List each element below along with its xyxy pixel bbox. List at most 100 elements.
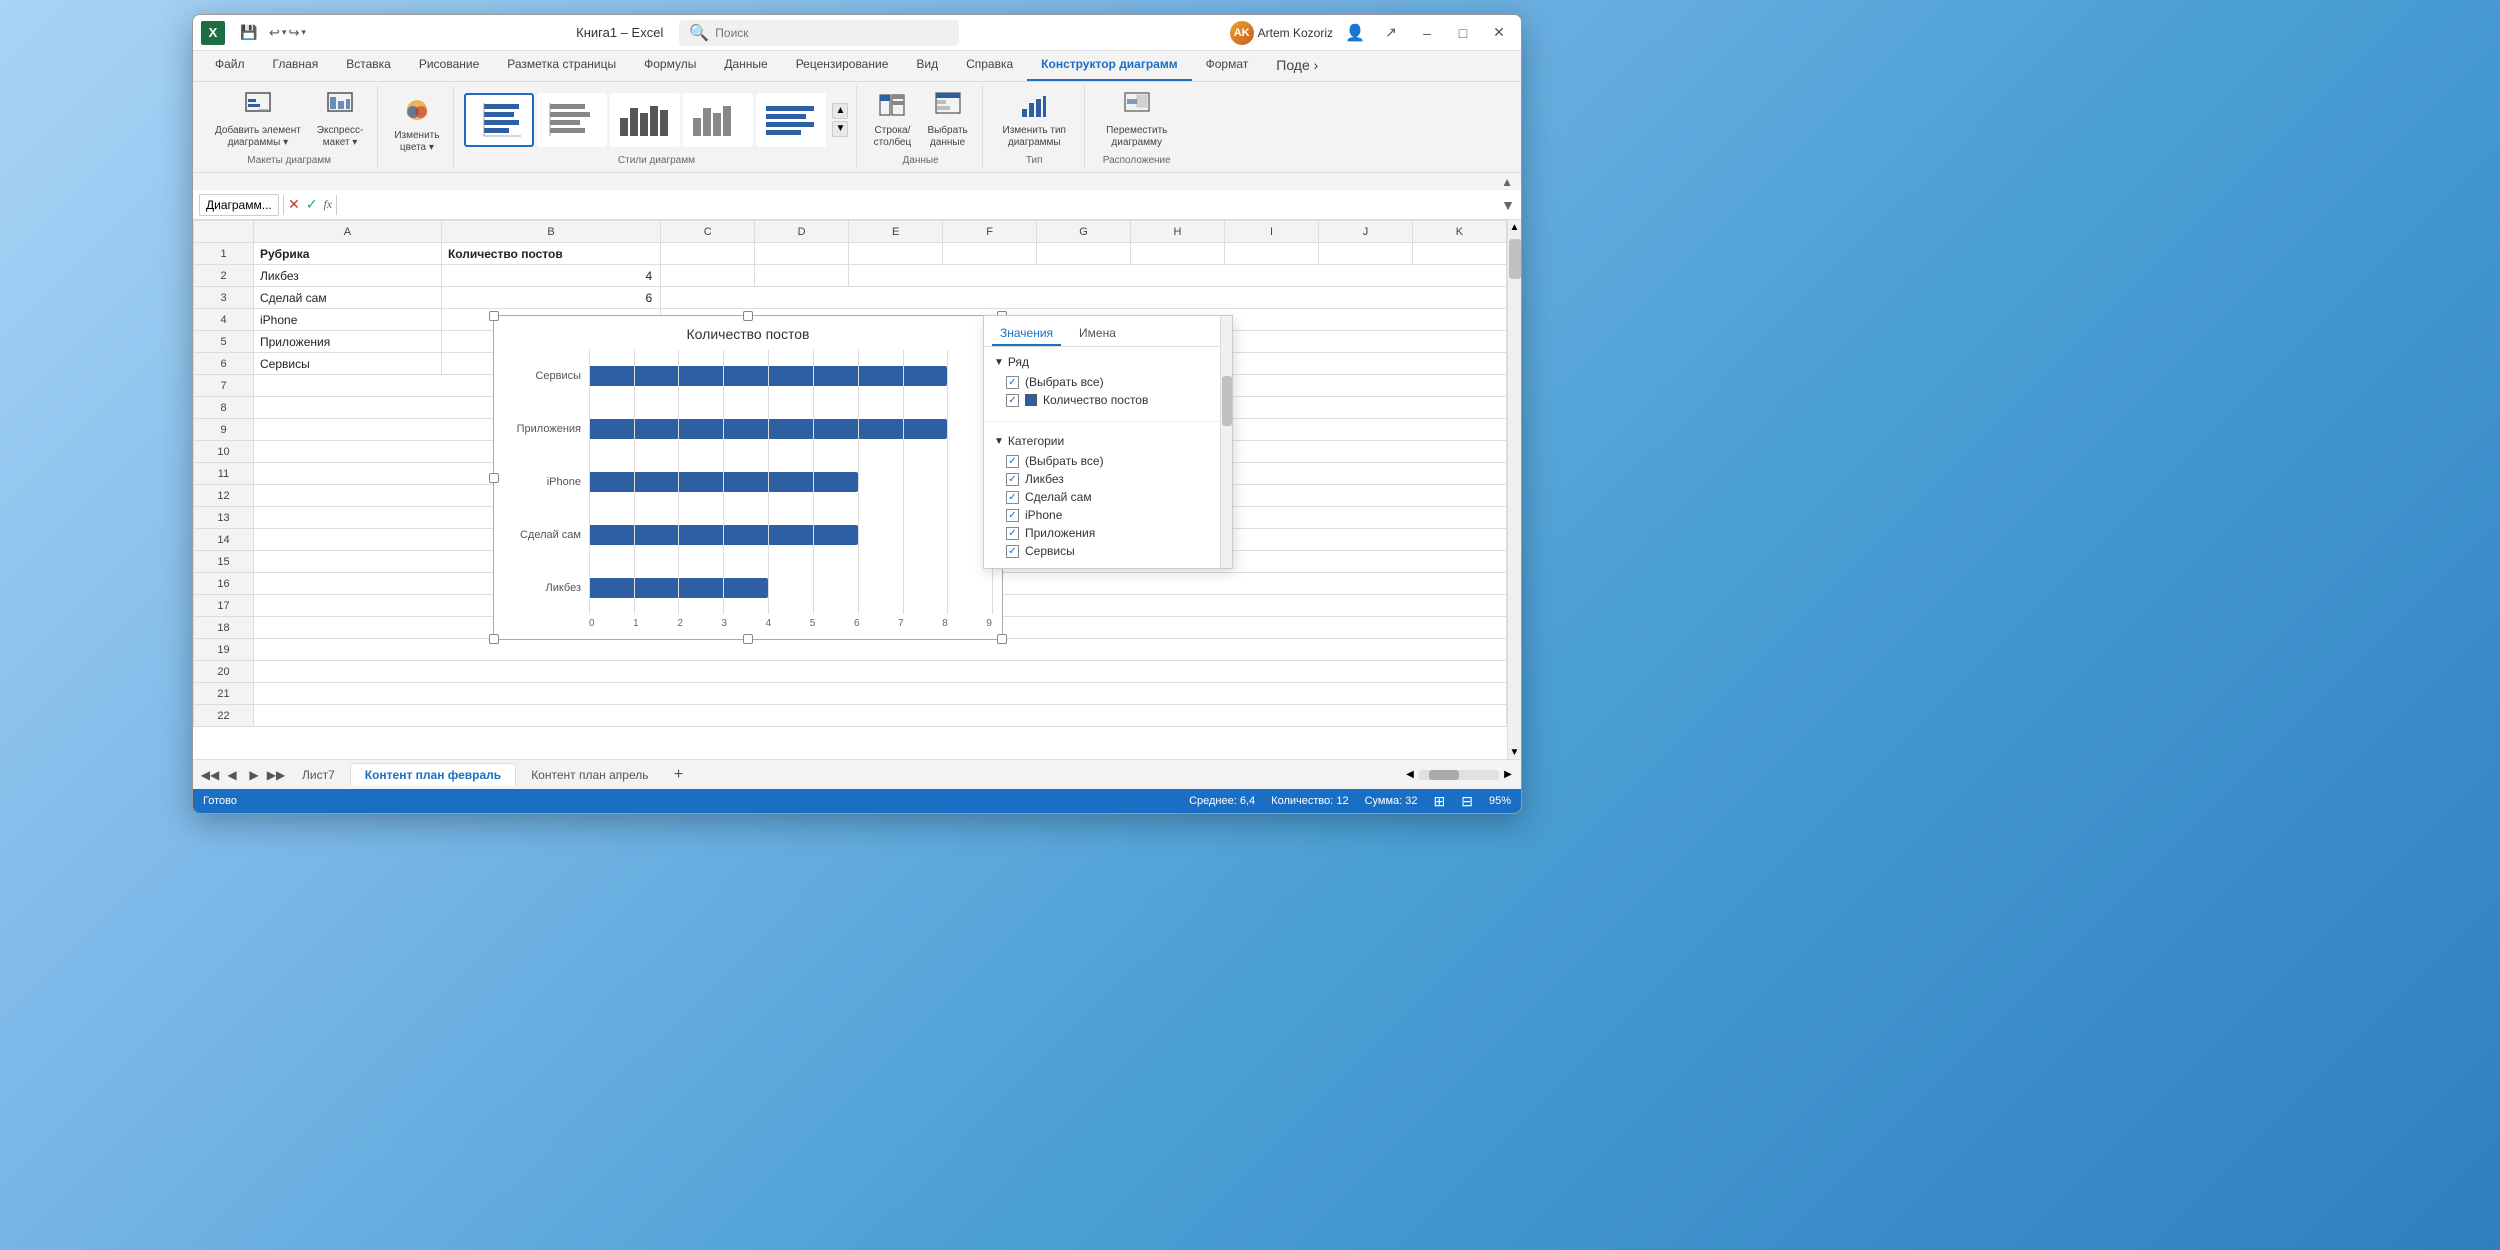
cell-a4[interactable]: iPhone	[254, 309, 442, 331]
cell-k1[interactable]	[1412, 243, 1506, 265]
cell-a6[interactable]: Сервисы	[254, 353, 442, 375]
filter-section-header-cat[interactable]: ▼ Категории	[994, 434, 1222, 448]
maximize-button[interactable]: □	[1449, 19, 1477, 47]
formula-expand-button[interactable]: ▼	[1501, 197, 1515, 213]
chart-style-1[interactable]	[464, 93, 534, 147]
vertical-scrollbar[interactable]: ▲ ▼	[1507, 220, 1521, 759]
filter-checkbox-prilojeniya[interactable]	[1006, 527, 1019, 540]
filter-checkbox-select-all-row[interactable]	[1006, 376, 1019, 389]
chart-handle-tl[interactable]	[489, 311, 499, 321]
cancel-formula-button[interactable]: ✕	[288, 196, 300, 213]
express-layout-button[interactable]: Экспресс-макет ▾	[311, 87, 370, 153]
scroll-up-arrow[interactable]: ▲	[1508, 220, 1522, 234]
tab-data[interactable]: Данные	[710, 51, 781, 81]
col-header-b[interactable]: B	[441, 221, 660, 243]
filter-item-iphone[interactable]: iPhone	[994, 506, 1222, 524]
filter-tab-values[interactable]: Значения	[992, 322, 1061, 346]
cells-row21[interactable]	[254, 683, 1507, 705]
col-header-g[interactable]: G	[1037, 221, 1131, 243]
sheet-tab-apr[interactable]: Контент план апрель	[516, 763, 663, 786]
cell-c3-k3[interactable]	[661, 287, 1507, 309]
cell-a1[interactable]: Рубрика	[254, 243, 442, 265]
col-header-a[interactable]: A	[254, 221, 442, 243]
cell-e1[interactable]	[849, 243, 943, 265]
cell-d2[interactable]	[755, 265, 849, 287]
cells-row19[interactable]	[254, 639, 1507, 661]
filter-item-sdelaj[interactable]: Сделай сам	[994, 488, 1222, 506]
chart-handle-bc[interactable]	[743, 634, 753, 644]
cell-c1[interactable]	[661, 243, 755, 265]
filter-item-likbez[interactable]: Ликбез	[994, 470, 1222, 488]
scroll-down-arrow[interactable]: ▼	[1508, 745, 1522, 759]
undo-button[interactable]: ↩	[269, 25, 280, 41]
undo-arrow[interactable]: ▾	[282, 27, 287, 38]
cell-f1[interactable]	[943, 243, 1037, 265]
filter-checkbox-iphone[interactable]	[1006, 509, 1019, 522]
filter-panel-scrollbar[interactable]	[1220, 316, 1232, 568]
col-header-i[interactable]: I	[1225, 221, 1319, 243]
chart-handle-ml[interactable]	[489, 473, 499, 483]
add-element-button[interactable]: Добавить элементдиаграммы ▾	[209, 87, 307, 153]
redo-button[interactable]: ↪	[288, 25, 299, 41]
filter-tab-names[interactable]: Имена	[1071, 322, 1124, 346]
search-input[interactable]	[715, 26, 915, 40]
search-box[interactable]: 🔍	[679, 20, 959, 46]
save-button[interactable]: 💾	[235, 19, 263, 47]
name-box[interactable]	[199, 194, 279, 216]
tab-view[interactable]: Вид	[902, 51, 952, 81]
cell-a5[interactable]: Приложения	[254, 331, 442, 353]
sheet-tab-list7[interactable]: Лист7	[287, 763, 350, 786]
change-chart-type-button[interactable]: Изменить типдиаграммы	[997, 87, 1072, 153]
filter-item-sservisy[interactable]: Сервисы	[994, 542, 1222, 560]
sheet-nav-last[interactable]: ▶▶	[265, 764, 287, 786]
sheet-tab-feb[interactable]: Контент план февраль	[350, 763, 516, 786]
col-header-e[interactable]: E	[849, 221, 943, 243]
sheet-nav-next[interactable]: ▶	[243, 764, 265, 786]
filter-checkbox-select-all-cat[interactable]	[1006, 455, 1019, 468]
move-chart-button[interactable]: Переместитьдиаграмму	[1100, 87, 1173, 153]
tab-page-layout[interactable]: Разметка страницы	[493, 51, 630, 81]
filter-section-header-row[interactable]: ▼ Ряд	[994, 355, 1222, 369]
tab-chart-design[interactable]: Конструктор диаграмм	[1027, 51, 1191, 81]
cell-i1[interactable]	[1225, 243, 1319, 265]
chart-handle-br[interactable]	[997, 634, 1007, 644]
tab-formulas[interactable]: Формулы	[630, 51, 710, 81]
confirm-formula-button[interactable]: ✓	[306, 196, 318, 213]
filter-checkbox-likbez[interactable]	[1006, 473, 1019, 486]
h-scroll-track[interactable]	[1419, 770, 1499, 780]
col-header-h[interactable]: H	[1131, 221, 1225, 243]
chart-style-4[interactable]	[683, 93, 753, 147]
filter-checkbox-sservisy[interactable]	[1006, 545, 1019, 558]
col-header-f[interactable]: F	[943, 221, 1037, 243]
select-data-button[interactable]: Выбратьданные	[921, 87, 973, 153]
tab-insert[interactable]: Вставка	[332, 51, 405, 81]
tab-file[interactable]: Файл	[201, 51, 259, 81]
horizontal-scrollbar[interactable]: ◀ ▶	[1403, 768, 1515, 782]
chart-style-5[interactable]	[756, 93, 826, 147]
filter-item-kol-postov[interactable]: Количество постов	[994, 391, 1222, 409]
filter-item-prilojeniya[interactable]: Приложения	[994, 524, 1222, 542]
sheet-nav-prev[interactable]: ◀	[221, 764, 243, 786]
cell-b2[interactable]: 4	[441, 265, 660, 287]
cell-b3[interactable]: 6	[441, 287, 660, 309]
insert-function-button[interactable]: fx	[323, 197, 332, 212]
cell-b1[interactable]: Количество постов	[441, 243, 660, 265]
chart-container[interactable]: Количество постов Сервисы Приложения iPh…	[493, 315, 1003, 640]
filter-item-select-all-cat[interactable]: (Выбрать все)	[994, 452, 1222, 470]
minimize-button[interactable]: –	[1413, 19, 1441, 47]
view-layout-button[interactable]: ⊟	[1461, 793, 1473, 810]
col-header-d[interactable]: D	[755, 221, 849, 243]
close-button[interactable]: ✕	[1485, 19, 1513, 47]
chart-handle-bl[interactable]	[489, 634, 499, 644]
cell-e2-k2[interactable]	[849, 265, 1507, 287]
sheet-nav-first[interactable]: ◀◀	[199, 764, 221, 786]
cell-j1[interactable]	[1318, 243, 1412, 265]
switch-row-col-button[interactable]: Строка/столбец	[867, 87, 917, 153]
add-sheet-button[interactable]: +	[667, 764, 689, 786]
chart-style-2[interactable]	[537, 93, 607, 147]
tab-draw[interactable]: Рисование	[405, 51, 493, 81]
filter-item-select-all-row[interactable]: (Выбрать все)	[994, 373, 1222, 391]
cell-a3[interactable]: Сделай сам	[254, 287, 442, 309]
chart-style-3[interactable]	[610, 93, 680, 147]
tab-home[interactable]: Главная	[259, 51, 333, 81]
